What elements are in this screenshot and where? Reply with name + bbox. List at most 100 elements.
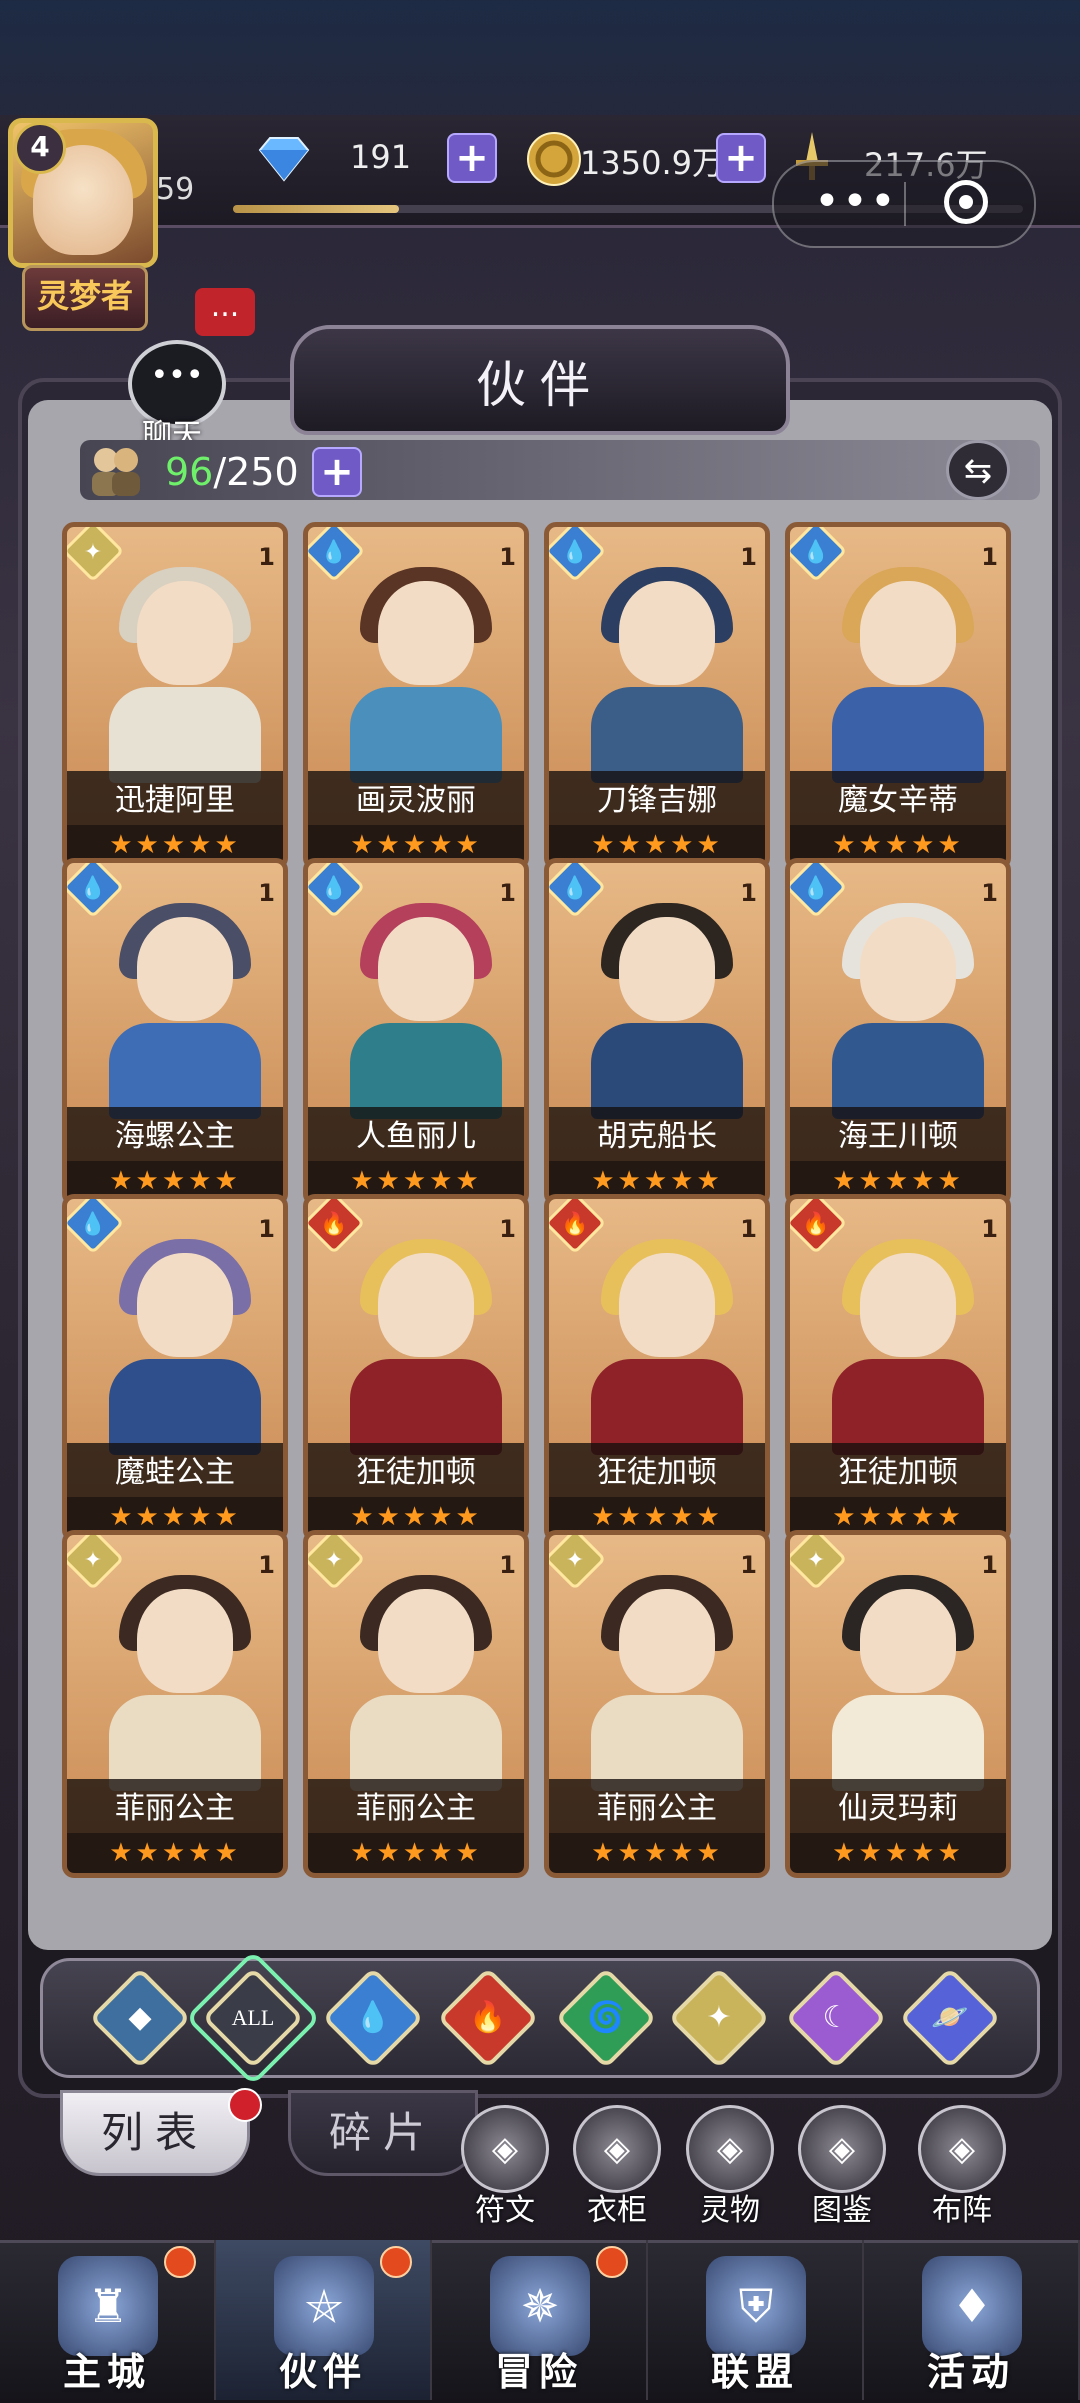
tab-list-notification-dot [228, 2088, 262, 2122]
swap-sort-button[interactable]: ⇆ [946, 440, 1010, 500]
tab-list[interactable]: 列表 [60, 2090, 250, 2176]
tab-shards[interactable]: 碎片 [288, 2090, 478, 2176]
nav-castle[interactable]: ♜ 主城 [0, 2240, 216, 2400]
add-gems-button[interactable]: + [447, 133, 497, 183]
partner-outfit [350, 1359, 502, 1455]
function-label: 衣柜 [587, 2193, 647, 2228]
nav-label: 伙伴 [278, 2350, 367, 2394]
partner-card[interactable]: 💧 1 魔女辛蒂 ★★★★★ [785, 522, 1011, 870]
partner-name: 仙灵玛莉 [838, 1791, 958, 1826]
partner-outfit [350, 1695, 502, 1791]
partner-card[interactable]: 🔥 1 狂徒加顿 ★★★★★ [544, 1194, 770, 1542]
nav-label: 冒险 [494, 2350, 583, 2394]
partner-card[interactable]: ✦ 1 菲丽公主 ★★★★★ [544, 1530, 770, 1878]
partner-face [378, 581, 474, 685]
partner-stars: ★★★★★ [67, 1833, 283, 1873]
partner-card[interactable]: 💧 1 画灵波丽 ★★★★★ [303, 522, 529, 870]
player-title-badge[interactable]: 灵梦者 [22, 265, 148, 331]
partner-count-max: 250 [226, 450, 299, 494]
nav-notification-dot [596, 2246, 628, 2278]
function-spirit-button[interactable]: ◈ 灵物 [680, 2105, 780, 2229]
partner-card[interactable]: 💧 1 魔蛙公主 ★★★★★ [62, 1194, 288, 1542]
partner-card[interactable]: 🔥 1 狂徒加顿 ★★★★★ [785, 1194, 1011, 1542]
partner-level: 1 [981, 879, 998, 907]
nav-label: 主城 [62, 2350, 151, 2394]
expand-partner-slots-button[interactable]: + [312, 447, 362, 497]
partner-face [860, 1253, 956, 1357]
filter-fire-icon-glyph: 🔥 [469, 2000, 507, 2035]
partner-level: 1 [740, 1551, 757, 1579]
spirit-icon: ◈ [686, 2105, 774, 2193]
element-glyph: 🔥 [561, 1212, 589, 1237]
partner-card[interactable]: ✦ 1 仙灵玛莉 ★★★★★ [785, 1530, 1011, 1878]
element-glyph: 💧 [561, 876, 589, 901]
partner-card[interactable]: 💧 1 刀锋吉娜 ★★★★★ [544, 522, 770, 870]
filter-water-icon-glyph: 💧 [354, 2000, 392, 2035]
partner-level: 1 [499, 543, 516, 571]
chat-notification-bubble[interactable]: ... [195, 288, 255, 336]
function-formation-button[interactable]: ◈ 布阵 [912, 2105, 1012, 2229]
partner-face [619, 1253, 715, 1357]
function-label: 灵物 [700, 2193, 760, 2228]
nav-label: 活动 [926, 2350, 1015, 2394]
partner-name: 刀锋吉娜 [597, 783, 717, 818]
partner-name: 迅捷阿里 [115, 783, 235, 818]
more-menu-button[interactable]: ••• [814, 176, 898, 227]
partner-face [378, 1589, 474, 1693]
nav-partner-hat[interactable]: ⛤ 伙伴 [216, 2240, 432, 2400]
partner-level: 1 [981, 1215, 998, 1243]
partner-outfit [832, 1023, 984, 1119]
partner-name: 人鱼丽儿 [356, 1119, 476, 1154]
nav-notification-dot [164, 2246, 196, 2278]
partner-outfit [591, 1695, 743, 1791]
partners-icon [92, 448, 140, 496]
exp-progress-fill [233, 205, 399, 213]
panel-title: 伙伴 [476, 356, 604, 414]
filter-earth-icon-glyph: ◆ [128, 2000, 152, 2035]
partner-stars: ★★★★★ [549, 1833, 765, 1873]
partner-level: 1 [499, 879, 516, 907]
gems-value: 191 [350, 138, 412, 176]
partner-level: 1 [740, 543, 757, 571]
partner-card[interactable]: ✦ 1 菲丽公主 ★★★★★ [303, 1530, 529, 1878]
partner-count-separator: / [213, 450, 227, 494]
nav-cards[interactable]: ♦ 活动 [864, 2240, 1080, 2400]
function-codex-button[interactable]: ◈ 图鉴 [792, 2105, 892, 2229]
element-glyph: 🔥 [802, 1212, 830, 1237]
partner-card[interactable]: 💧 1 人鱼丽儿 ★★★★★ [303, 858, 529, 1206]
partner-level: 1 [258, 1551, 275, 1579]
nav-notification-dot [380, 2246, 412, 2278]
partner-count-current: 96 [165, 450, 214, 494]
partner-grid[interactable]: ✦ 1 迅捷阿里 ★★★★★ 💧 1 画灵波丽 ★★★★★ 💧 1 刀锋吉娜 ★★★★★ 💧 1 魔女辛蒂 ★… [58, 516, 1026, 1936]
partner-name: 魔女辛蒂 [838, 783, 958, 818]
nav-label: 联盟 [710, 2350, 799, 2394]
element-glyph: 🔥 [320, 1212, 348, 1237]
nav-compass[interactable]: ✵ 冒险 [432, 2240, 648, 2400]
partner-name: 胡克船长 [597, 1119, 717, 1154]
formation-icon: ◈ [918, 2105, 1006, 2193]
gold-coin-icon [527, 132, 581, 186]
partner-outfit [832, 1359, 984, 1455]
partner-outfit [591, 687, 743, 783]
function-wardrobe-button[interactable]: ◈ 衣柜 [567, 2105, 667, 2229]
function-anvil-button[interactable]: ◈ 符文 [455, 2105, 555, 2229]
partner-card[interactable]: 🔥 1 狂徒加顿 ★★★★★ [303, 1194, 529, 1542]
partner-card[interactable]: ✦ 1 迅捷阿里 ★★★★★ [62, 522, 288, 870]
partner-name: 菲丽公主 [356, 1791, 476, 1826]
partner-outfit [832, 687, 984, 783]
partner-card[interactable]: 💧 1 海螺公主 ★★★★★ [62, 858, 288, 1206]
partner-face [619, 1589, 715, 1693]
element-glyph: 💧 [802, 876, 830, 901]
nav-shield[interactable]: ⛨ 联盟 [648, 2240, 864, 2400]
element-glyph: 💧 [320, 540, 348, 565]
partner-face [137, 581, 233, 685]
target-close-icon[interactable] [944, 180, 988, 224]
partner-level: 1 [499, 1215, 516, 1243]
partner-name: 狂徒加顿 [597, 1455, 717, 1490]
partner-card[interactable]: 💧 1 胡克船长 ★★★★★ [544, 858, 770, 1206]
partner-card[interactable]: ✦ 1 菲丽公主 ★★★★★ [62, 1530, 288, 1878]
function-label: 符文 [475, 2193, 535, 2228]
partner-name: 菲丽公主 [597, 1791, 717, 1826]
add-gold-button[interactable]: + [716, 133, 766, 183]
partner-card[interactable]: 💧 1 海王川顿 ★★★★★ [785, 858, 1011, 1206]
